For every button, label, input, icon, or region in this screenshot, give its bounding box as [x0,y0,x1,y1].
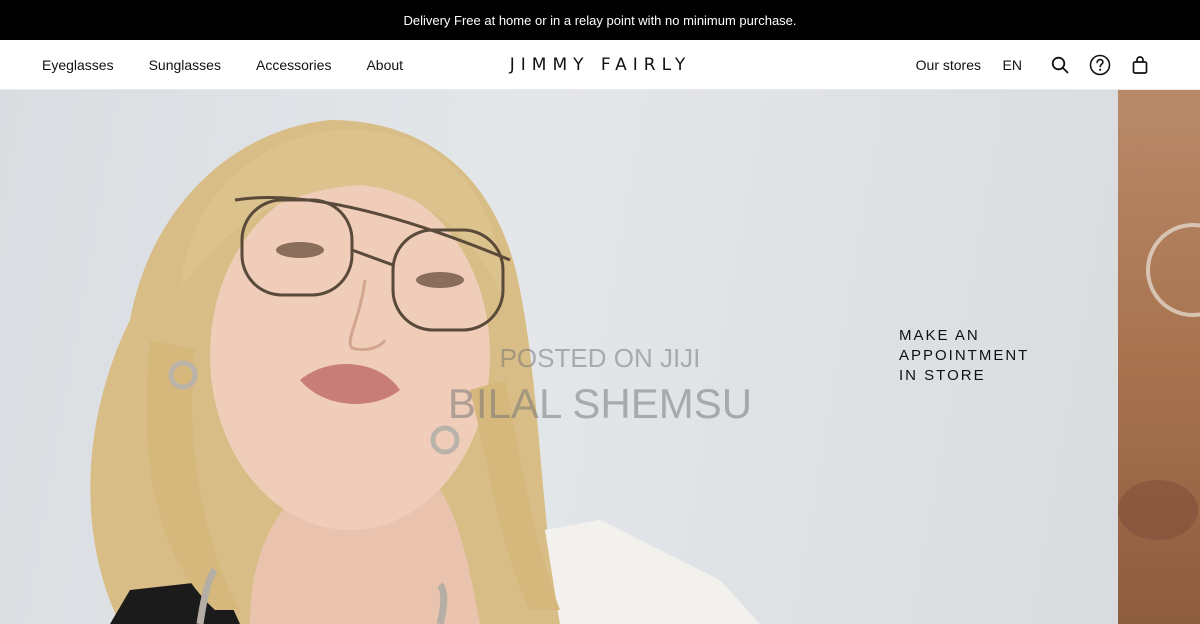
announcement-text: Delivery Free at home or in a relay poin… [403,12,797,28]
hero-banner: MAKE AN APPOINTMENT IN STORE POSTED ON J… [0,90,1200,624]
language-selector[interactable]: EN [1003,57,1022,73]
cta-line-1[interactable]: MAKE AN [899,326,1059,346]
nav-left: Eyeglasses Sunglasses Accessories About [42,40,438,90]
nav-link-eyeglasses[interactable]: Eyeglasses [42,57,114,73]
appointment-cta[interactable]: MAKE AN APPOINTMENT IN STORE [899,326,1059,386]
nav-link-sunglasses[interactable]: Sunglasses [149,57,221,73]
side-glasses-illustration [1118,223,1200,540]
bag-icon[interactable] [1129,54,1151,76]
brand-logo[interactable]: JIMMY FAIRLY [493,40,708,90]
cta-line-2[interactable]: APPOINTMENT [899,346,1059,366]
our-stores-link[interactable]: Our stores [916,57,981,73]
nav-link-about[interactable]: About [366,57,403,73]
announcement-bar: Delivery Free at home or in a relay poin… [0,0,1200,40]
help-icon[interactable] [1089,54,1111,76]
cta-line-3[interactable]: IN STORE [899,366,1059,386]
search-icon[interactable] [1049,54,1071,76]
nav-link-accessories[interactable]: Accessories [256,57,331,73]
main-nav: Eyeglasses Sunglasses Accessories About … [0,40,1200,90]
side-model-photo [1118,90,1200,624]
